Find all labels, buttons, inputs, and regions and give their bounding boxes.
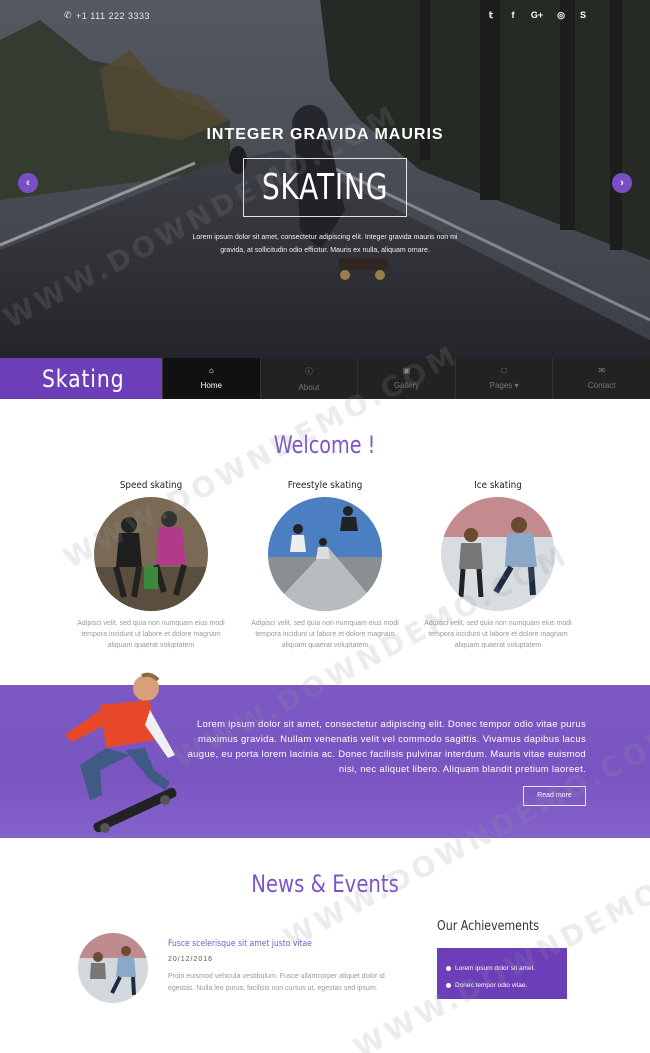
nav-item-label: Contact: [587, 381, 616, 390]
news-thumbnail[interactable]: [78, 933, 148, 1003]
freestyle-skating-image[interactable]: [268, 497, 382, 611]
phone-number: +1 111 222 3333: [76, 10, 151, 21]
google-plus-icon[interactable]: G+: [530, 10, 544, 20]
nav-item-label: Pages: [489, 381, 513, 390]
dribbble-icon[interactable]: ◎: [556, 10, 566, 20]
image-icon: ▣: [402, 366, 411, 375]
card-text: Adipisci velit, sed quia non numquam eiu…: [251, 620, 399, 649]
card-text: Adipisci velit, sed quia non numquam eiu…: [77, 620, 225, 649]
achievements-box: Lorem ipsum dolor sit amet. Donec tempor…: [437, 948, 567, 999]
promo-text: Lorem ipsum dolor sit amet, consectetur …: [187, 719, 586, 775]
hero-text: Lorem ipsum dolor sit amet, consectetur …: [192, 234, 458, 254]
ice-skating-image[interactable]: [441, 497, 555, 611]
news-heading: News & Events: [0, 870, 650, 898]
nav-item-home[interactable]: ⌂ Home: [162, 358, 260, 399]
read-more-button[interactable]: Read more: [523, 786, 586, 806]
hero-title: SKATING: [261, 167, 389, 208]
nav-item-pages[interactable]: □ Pages ▾: [454, 358, 553, 399]
card-title: Ice skating: [474, 480, 522, 491]
slider-prev-button[interactable]: ‹: [18, 173, 38, 193]
card-title: Freestyle skating: [287, 480, 363, 491]
facebook-icon[interactable]: f: [508, 10, 518, 20]
speed-skating-image[interactable]: [94, 497, 208, 611]
feature-card-speed: Speed skating Adipisci velit, sed quia n…: [66, 480, 236, 651]
hero-subtitle: INTEGER GRAVIDA MAURIS: [206, 126, 444, 143]
feature-card-ice: Ice skating Adipisci velit, sed quia non…: [413, 480, 583, 651]
info-icon: ⓘ: [304, 367, 313, 376]
news-item-link[interactable]: Fusce scelerisque sit amet justo vitae: [168, 939, 312, 949]
hero-title-box: SKATING: [243, 158, 407, 217]
nav-item-label: Gallery: [393, 381, 420, 390]
phone-contact: ✆ +1 111 222 3333: [64, 10, 150, 21]
card-title: Speed skating: [119, 480, 183, 491]
skype-icon[interactable]: S: [578, 10, 588, 20]
top-bar: ✆ +1 111 222 3333 𝕥 f G+ ◎ S: [0, 10, 650, 26]
page: ✆ +1 111 222 3333 𝕥 f G+ ◎ S INTEGER GRA…: [0, 0, 650, 1053]
twitter-icon[interactable]: 𝕥: [486, 10, 496, 20]
envelope-icon: ✉: [598, 366, 606, 375]
achievement-item[interactable]: Lorem ipsum dolor sit amet.: [437, 964, 567, 981]
achievement-item[interactable]: Donec tempor odio vitae.: [437, 981, 567, 998]
main-nav: Skating ⌂ Home ⓘ About ▣ Gallery □ Pages…: [0, 358, 650, 399]
feature-card-freestyle: Freestyle skating Adipisci velit, sed qu…: [240, 480, 410, 651]
nav-item-gallery[interactable]: ▣ Gallery: [357, 358, 455, 399]
site-logo[interactable]: Skating: [0, 358, 162, 399]
nav-item-label: About: [298, 383, 320, 392]
welcome-heading-text: Welcome !: [274, 431, 376, 459]
slider-next-button[interactable]: ›: [612, 173, 632, 193]
home-icon: ⌂: [208, 366, 214, 375]
news-heading-text: News & Events: [251, 870, 399, 898]
achievements-heading: Our Achievements: [437, 919, 540, 934]
chevron-right-icon: ›: [620, 177, 624, 189]
social-links: 𝕥 f G+ ◎ S: [486, 10, 588, 20]
news-excerpt: Proin euismod vehicula vestibulum. Fusce…: [168, 973, 385, 992]
card-text: Adipisci velit, sed quia non numquam eiu…: [424, 620, 572, 649]
phone-icon: ✆: [64, 10, 73, 20]
nav-item-contact[interactable]: ✉ Contact: [552, 358, 650, 399]
caret-down-icon: ▾: [514, 381, 519, 390]
skateboarder-image: [65, 672, 177, 833]
logo-text: Skating: [42, 364, 125, 393]
welcome-heading: Welcome !: [0, 431, 650, 459]
file-icon: □: [501, 366, 507, 375]
nav-menu: ⌂ Home ⓘ About ▣ Gallery □ Pages ▾ ✉ Con…: [162, 358, 650, 399]
nav-item-label: Home: [200, 381, 222, 390]
hero-slider: ✆ +1 111 222 3333 𝕥 f G+ ◎ S INTEGER GRA…: [0, 0, 650, 358]
news-date: 20/12/2016: [168, 956, 214, 963]
watermark: WWW.DOWNDEMO.COM: [348, 828, 650, 1053]
nav-item-about[interactable]: ⓘ About: [259, 358, 358, 399]
chevron-left-icon: ‹: [26, 177, 30, 189]
